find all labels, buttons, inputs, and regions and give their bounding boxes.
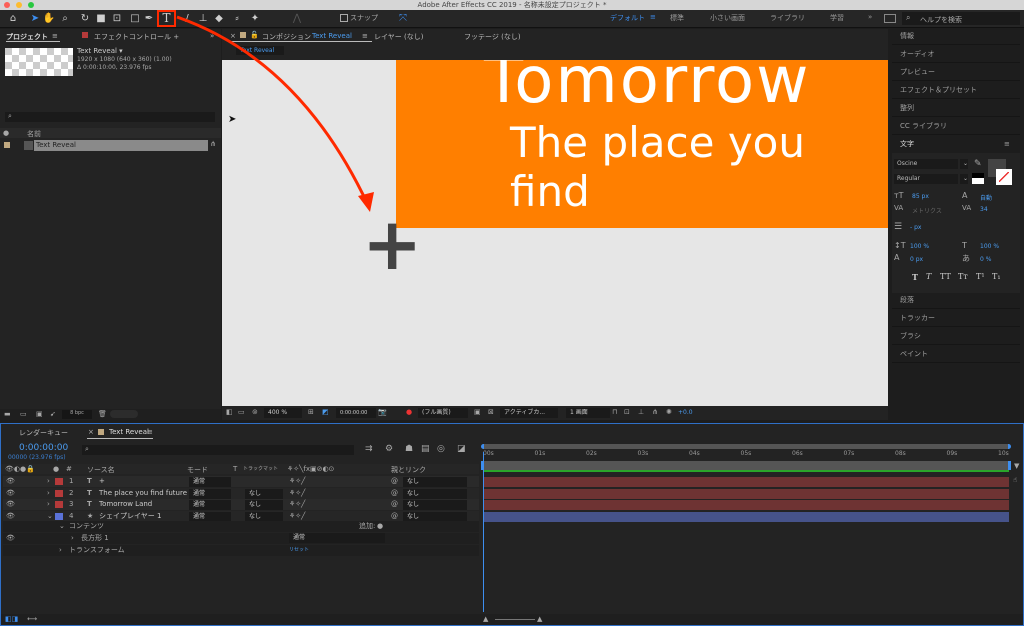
arrow-head <box>358 192 374 212</box>
annotation-arrow <box>176 15 374 212</box>
arrow-curve <box>176 15 370 206</box>
